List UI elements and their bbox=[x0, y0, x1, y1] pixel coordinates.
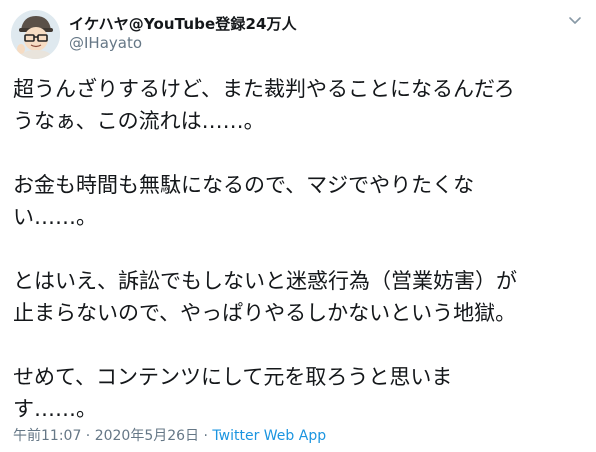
avatar[interactable] bbox=[11, 10, 60, 59]
tweet-meta: 午前11:07 · 2020年5月26日 · Twitter Web App bbox=[13, 425, 326, 445]
avatar-illustration bbox=[11, 10, 60, 59]
source-link[interactable]: Twitter Web App bbox=[212, 428, 326, 444]
chevron-down-icon[interactable] bbox=[566, 11, 584, 29]
display-name[interactable]: イケハヤ@YouTube登録24万人 bbox=[69, 13, 297, 34]
tweet-paragraph: お金も時間も無駄になるので、マジでやりたくな い……。 bbox=[13, 173, 475, 229]
tweet-paragraph: 超うんざりするけど、また裁判やることになるんだろ うなぁ、この流れは……。 bbox=[13, 77, 515, 133]
meta-separator: · bbox=[199, 428, 213, 444]
tweet-card: イケハヤ@YouTube登録24万人 @IHayato 超うんざりするけど、また… bbox=[0, 0, 596, 452]
tweet-paragraph: とはいえ、訴訟でもしないと迷惑行為（営業妨害）が 止まらないので、やっぱりやるし… bbox=[13, 269, 517, 325]
user-handle[interactable]: @IHayato bbox=[69, 34, 142, 52]
tweet-text: 超うんざりするけど、また裁判やることになるんだろ うなぁ、この流れは……。 お金… bbox=[13, 73, 588, 425]
tweet-paragraph: せめて、コンテンツにして元を取ろうと思いま す……。 bbox=[13, 365, 453, 421]
timestamp-link[interactable]: 午前11:07 · 2020年5月26日 bbox=[13, 428, 199, 444]
